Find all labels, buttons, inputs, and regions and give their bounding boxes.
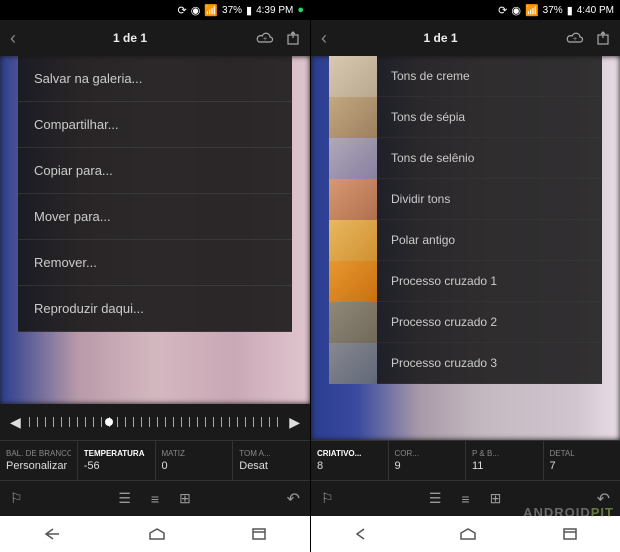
filter-old-polar[interactable]: Polar antigo xyxy=(329,220,602,261)
menu-save-gallery[interactable]: Salvar na galeria... xyxy=(18,56,292,102)
sync-icon: ⟳ xyxy=(177,4,186,17)
battery-percent: 37% xyxy=(222,5,242,16)
svg-text:+: + xyxy=(263,36,267,43)
photo-area: Tons de creme Tons de sépia Tons de selê… xyxy=(311,56,620,440)
sync-icon: ⟳ xyxy=(498,4,507,17)
app-header: ‹ 1 de 1 + xyxy=(311,20,620,56)
slider-prev[interactable]: ◀ xyxy=(10,414,21,431)
filter-thumb xyxy=(329,138,377,179)
header-title: 1 de 1 xyxy=(16,31,244,45)
status-time: 4:40 PM xyxy=(577,5,614,16)
filter-cream-tones[interactable]: Tons de creme xyxy=(329,56,602,97)
filter-cross-process-2[interactable]: Processo cruzado 2 xyxy=(329,302,602,343)
filter-thumb xyxy=(329,220,377,261)
menu-share[interactable]: Compartilhar... xyxy=(18,102,292,148)
menu-move-to[interactable]: Mover para... xyxy=(18,194,292,240)
status-bar: ⟳ ◉ 📶 37% ▮ 4:39 PM ● xyxy=(0,0,310,20)
filter-cross-process-3[interactable]: Processo cruzado 3 xyxy=(329,343,602,384)
filter-thumb xyxy=(329,302,377,343)
param-bw[interactable]: P & B... 11 xyxy=(466,441,544,480)
status-time: 4:39 PM xyxy=(256,5,293,16)
cloud-add-icon[interactable]: + xyxy=(566,31,584,45)
menu-copy-to[interactable]: Copiar para... xyxy=(18,148,292,194)
share-menu: Salvar na galeria... Compartilhar... Cop… xyxy=(18,56,292,332)
android-nav-bar xyxy=(311,516,620,552)
adjustment-slider[interactable] xyxy=(29,412,281,432)
nav-home[interactable] xyxy=(459,527,477,541)
param-color[interactable]: COR... 9 xyxy=(389,441,467,480)
signal-icon: 📶 xyxy=(204,4,218,17)
filter-thumb xyxy=(329,261,377,302)
battery-icon: ▮ xyxy=(567,4,573,17)
presets-icon[interactable]: ≡ xyxy=(461,491,469,507)
app-header: ‹ 1 de 1 + xyxy=(0,20,310,56)
slider-row: ◀ ▶ xyxy=(0,404,310,440)
battery-icon: ▮ xyxy=(246,4,252,17)
battery-percent: 37% xyxy=(543,5,563,16)
param-detail[interactable]: DETAL 7 xyxy=(544,441,620,480)
nav-recent[interactable] xyxy=(251,527,267,541)
undo-icon[interactable]: ↶ xyxy=(287,489,300,509)
flag-icon[interactable]: ⚐ xyxy=(10,490,23,507)
menu-play-from-here[interactable]: Reproduzir daqui... xyxy=(18,286,292,332)
filter-sepia-tones[interactable]: Tons de sépia xyxy=(329,97,602,138)
android-nav-bar xyxy=(0,516,310,552)
params-row: BAL. DE BRANCO... Personalizar TEMPERATU… xyxy=(0,440,310,480)
filter-thumb xyxy=(329,343,377,384)
filter-selenium-tones[interactable]: Tons de selênio xyxy=(329,138,602,179)
flag-icon[interactable]: ⚐ xyxy=(321,490,334,507)
nav-back[interactable] xyxy=(43,527,63,541)
whatsapp-icon: ● xyxy=(297,4,304,16)
filter-thumb xyxy=(329,56,377,97)
svg-text:+: + xyxy=(573,36,577,43)
signal-icon: 📶 xyxy=(525,4,539,17)
crop-icon[interactable]: ⊞ xyxy=(490,490,502,507)
param-creative[interactable]: CRIATIVO... 8 xyxy=(311,441,389,480)
param-tint[interactable]: MATIZ 0 xyxy=(156,441,234,480)
adjust-icon[interactable]: ☰ xyxy=(429,490,442,507)
slider-next[interactable]: ▶ xyxy=(289,414,300,431)
param-auto-tone[interactable]: TOM A... Desat xyxy=(233,441,310,480)
menu-remove[interactable]: Remover... xyxy=(18,240,292,286)
filter-cross-process-1[interactable]: Processo cruzado 1 xyxy=(329,261,602,302)
photo-area: Salvar na galeria... Compartilhar... Cop… xyxy=(0,56,310,404)
wifi-icon: ◉ xyxy=(191,4,201,17)
filter-thumb xyxy=(329,179,377,220)
wifi-icon: ◉ xyxy=(511,4,521,17)
tool-row: ⚐ ☰ ≡ ⊞ ↶ xyxy=(311,480,620,516)
nav-recent[interactable] xyxy=(562,527,578,541)
screenshot-left: ⟳ ◉ 📶 37% ▮ 4:39 PM ● ‹ 1 de 1 + Salvar … xyxy=(0,0,310,552)
cloud-add-icon[interactable]: + xyxy=(256,31,274,45)
param-temperature[interactable]: TEMPERATURA -56 xyxy=(78,441,156,480)
filter-split-tone[interactable]: Dividir tons xyxy=(329,179,602,220)
param-white-balance[interactable]: BAL. DE BRANCO... Personalizar xyxy=(0,441,78,480)
crop-icon[interactable]: ⊞ xyxy=(179,490,191,507)
share-icon[interactable] xyxy=(286,31,300,45)
nav-back[interactable] xyxy=(354,527,374,541)
filter-thumb xyxy=(329,97,377,138)
adjust-icon[interactable]: ☰ xyxy=(118,490,131,507)
params-row: CRIATIVO... 8 COR... 9 P & B... 11 DETAL… xyxy=(311,440,620,480)
status-bar: ⟳ ◉ 📶 37% ▮ 4:40 PM xyxy=(311,0,620,20)
preset-filter-list: Tons de creme Tons de sépia Tons de selê… xyxy=(329,56,602,384)
nav-home[interactable] xyxy=(148,527,166,541)
header-title: 1 de 1 xyxy=(327,31,554,45)
presets-icon[interactable]: ≡ xyxy=(151,491,159,507)
undo-icon[interactable]: ↶ xyxy=(597,489,610,509)
tool-row: ⚐ ☰ ≡ ⊞ ↶ xyxy=(0,480,310,516)
screenshot-right: ⟳ ◉ 📶 37% ▮ 4:40 PM ‹ 1 de 1 + Tons de c… xyxy=(310,0,620,552)
share-icon[interactable] xyxy=(596,31,610,45)
